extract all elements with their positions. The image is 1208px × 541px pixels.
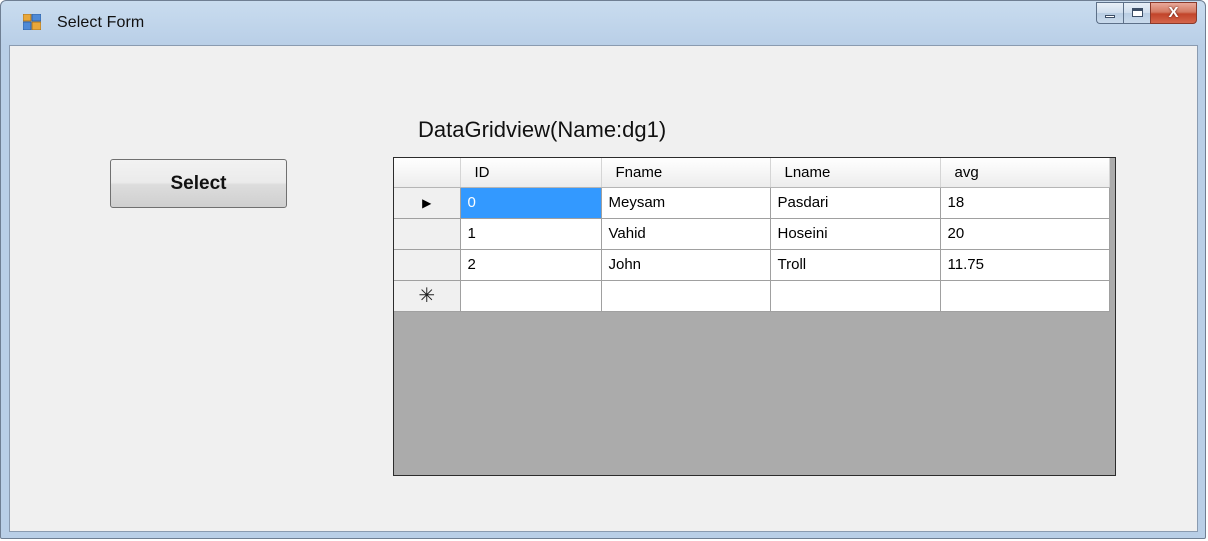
- title-bar[interactable]: Select Form X: [1, 1, 1205, 45]
- close-button[interactable]: X: [1150, 2, 1197, 24]
- grid-cell-fname[interactable]: John: [601, 249, 771, 281]
- maximize-button[interactable]: [1123, 2, 1150, 24]
- grid-cell-lname[interactable]: Troll: [770, 249, 941, 281]
- form-client-area: Select DataGridview(Name:dg1) ID Fname L: [9, 45, 1198, 532]
- column-header-id[interactable]: ID: [460, 158, 602, 188]
- form-icon: [23, 14, 41, 30]
- grid-cell-avg-new[interactable]: [940, 280, 1110, 312]
- table-row[interactable]: 2 John Troll 11.75: [394, 249, 1110, 281]
- new-row-asterisk-icon: ✳: [418, 284, 436, 307]
- maximize-icon: [1132, 8, 1143, 17]
- row-header[interactable]: ✳: [394, 280, 461, 312]
- row-header[interactable]: [394, 249, 461, 281]
- minimize-button[interactable]: [1096, 2, 1123, 24]
- grid-cell-id[interactable]: 1: [460, 218, 602, 250]
- grid-header-row: ID Fname Lname avg: [394, 158, 1110, 188]
- close-icon: X: [1168, 4, 1179, 21]
- new-row[interactable]: ✳: [394, 280, 1110, 312]
- grid-caption-label: DataGridview(Name:dg1): [418, 117, 667, 142]
- grid-cell-id[interactable]: 2: [460, 249, 602, 281]
- select-form-window: Select Form X Select DataGridview(Name:d…: [0, 0, 1206, 539]
- table-row[interactable]: ▶ 0 Meysam Pasdari 18: [394, 187, 1110, 219]
- grid-cell-fname[interactable]: Meysam: [601, 187, 771, 219]
- window-title: Select Form: [57, 14, 145, 31]
- grid-corner-header[interactable]: [394, 158, 461, 188]
- grid-cell-lname[interactable]: Hoseini: [770, 218, 941, 250]
- caption-buttons: X: [1096, 2, 1197, 24]
- minimize-icon: [1105, 15, 1115, 18]
- grid-cell-avg[interactable]: 18: [940, 187, 1110, 219]
- table-row[interactable]: 1 Vahid Hoseini 20: [394, 218, 1110, 250]
- current-row-arrow-icon: ▶: [422, 196, 432, 210]
- grid-cell-fname[interactable]: Vahid: [601, 218, 771, 250]
- grid-cell-lname[interactable]: Pasdari: [770, 187, 941, 219]
- data-grid-table: ID Fname Lname avg ▶ 0 Meysam Pasdari 18…: [394, 158, 1110, 312]
- grid-cell-id-new[interactable]: [460, 280, 602, 312]
- select-button[interactable]: Select: [110, 159, 287, 208]
- row-header[interactable]: [394, 218, 461, 250]
- grid-cell-id[interactable]: 0: [460, 187, 602, 219]
- grid-cell-avg[interactable]: 11.75: [940, 249, 1110, 281]
- column-header-fname[interactable]: Fname: [601, 158, 771, 188]
- grid-cell-lname-new[interactable]: [770, 280, 941, 312]
- column-header-lname[interactable]: Lname: [770, 158, 941, 188]
- grid-cell-avg[interactable]: 20: [940, 218, 1110, 250]
- data-grid-view[interactable]: ID Fname Lname avg ▶ 0 Meysam Pasdari 18…: [393, 157, 1116, 476]
- column-header-avg[interactable]: avg: [940, 158, 1110, 188]
- row-header[interactable]: ▶: [394, 187, 461, 219]
- grid-cell-fname-new[interactable]: [601, 280, 771, 312]
